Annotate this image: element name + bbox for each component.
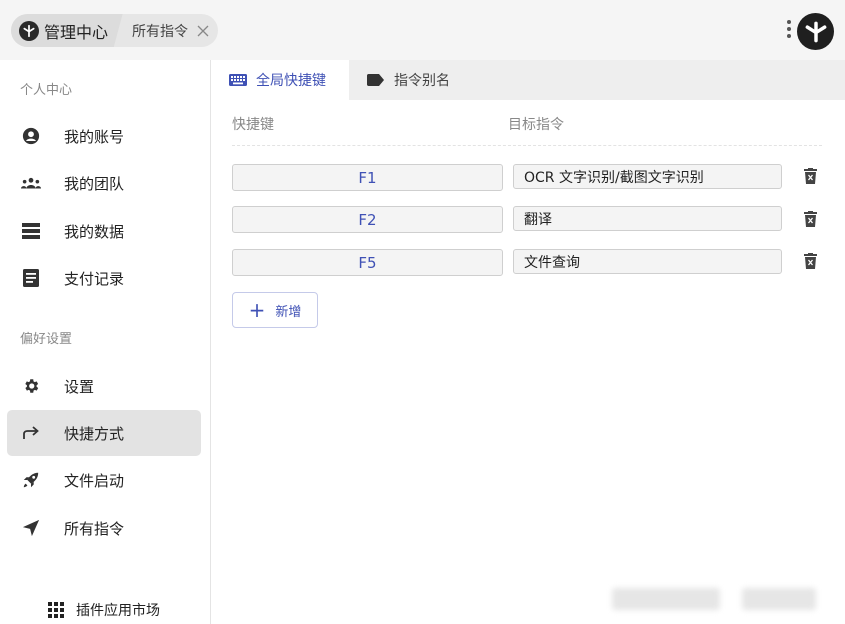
tab-global-shortcuts[interactable]: 全局快捷键: [211, 60, 349, 100]
shortcut-arrow-icon: [21, 423, 41, 443]
team-icon: [21, 173, 41, 193]
main-tabs: 全局快捷键 指令别名: [211, 60, 845, 100]
plus-icon: +: [248, 298, 266, 322]
target-command-field[interactable]: 文件查询: [513, 249, 782, 274]
shortcut-key-field[interactable]: F2: [232, 206, 503, 233]
delete-icon[interactable]: [804, 211, 817, 227]
tab-label: 指令别名: [394, 73, 450, 89]
app-title: 管理中心: [44, 22, 109, 42]
sidebar-item-label: 我的账号: [64, 127, 125, 146]
delete-icon[interactable]: [804, 253, 817, 269]
tab-command-alias[interactable]: 指令别名: [367, 60, 450, 100]
gear-icon: [21, 376, 41, 396]
plugin-market-link[interactable]: 插件应用市场: [48, 600, 160, 620]
app-logo-icon: [19, 20, 39, 41]
breadcrumb: 管理中心 所有指令: [11, 14, 219, 47]
sidebar-item-settings[interactable]: 设置: [7, 363, 201, 409]
sidebar-item-label: 支付记录: [64, 269, 125, 288]
sidebar-item-shortcuts[interactable]: 快捷方式: [7, 410, 201, 456]
sidebar-item-label: 文件启动: [64, 471, 125, 490]
grid-icon: [48, 602, 64, 618]
add-button-label: 新增: [275, 304, 302, 320]
title-bar: 管理中心 所有指令: [0, 0, 845, 60]
sidebar-item-file-launch[interactable]: 文件启动: [7, 457, 201, 503]
header-divider: [232, 145, 822, 146]
send-icon: [21, 518, 41, 538]
blurred-watermark: [742, 588, 816, 610]
target-command-field[interactable]: OCR 文字识别/截图文字识别: [513, 164, 782, 189]
sidebar-item-payments[interactable]: 支付记录: [7, 255, 201, 301]
sidebar-item-label: 设置: [64, 377, 95, 396]
column-header-shortcut: 快捷键: [232, 117, 274, 133]
sidebar-item-label: 快捷方式: [64, 424, 125, 443]
breadcrumb-app[interactable]: 管理中心: [11, 14, 125, 47]
label-icon: [367, 73, 385, 87]
user-logo-icon[interactable]: [797, 13, 834, 50]
delete-icon[interactable]: [804, 168, 817, 184]
breadcrumb-tab[interactable]: 所有指令: [118, 14, 218, 47]
tab-title: 所有指令: [132, 23, 189, 40]
sidebar-item-label: 我的数据: [64, 222, 125, 241]
close-icon[interactable]: [196, 24, 210, 38]
sidebar: 个人中心 我的账号 我的团队 我的数据 支付记录 偏好设置 设置 快捷方式 文件…: [0, 60, 211, 624]
account-icon: [21, 126, 41, 146]
sidebar-item-label: 所有指令: [64, 519, 125, 538]
section-personal-title: 个人中心: [20, 83, 73, 98]
sidebar-item-all-commands[interactable]: 所有指令: [7, 505, 201, 551]
keyboard-icon: [229, 73, 247, 87]
shortcut-key-field[interactable]: F1: [232, 164, 503, 191]
more-menu-icon[interactable]: [786, 20, 792, 42]
data-icon: [21, 221, 41, 241]
sidebar-item-label: 我的团队: [64, 174, 125, 193]
section-prefs-title: 偏好设置: [20, 332, 73, 347]
sidebar-item-account[interactable]: 我的账号: [7, 113, 201, 159]
plugin-market-label: 插件应用市场: [76, 603, 160, 619]
add-shortcut-button[interactable]: + 新增: [232, 292, 318, 328]
blurred-watermark: [612, 588, 720, 610]
shortcut-key-field[interactable]: F5: [232, 249, 503, 276]
sidebar-item-data[interactable]: 我的数据: [7, 208, 201, 254]
sidebar-item-team[interactable]: 我的团队: [7, 160, 201, 206]
rocket-icon: [21, 470, 41, 490]
target-command-field[interactable]: 翻译: [513, 206, 782, 231]
receipt-icon: [21, 268, 41, 288]
tab-label: 全局快捷键: [256, 73, 326, 89]
column-header-target: 目标指令: [508, 117, 564, 133]
